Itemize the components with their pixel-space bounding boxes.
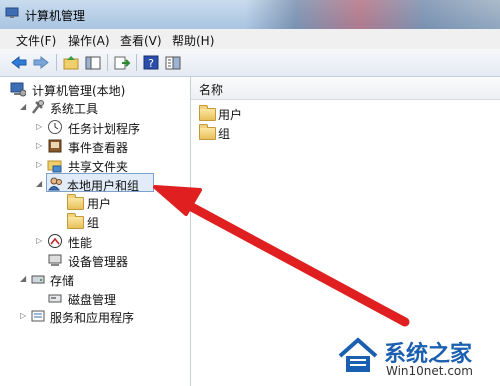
- tree-item-users[interactable]: 用户: [0, 193, 190, 211]
- tree-item-root[interactable]: 计算机管理(本地): [0, 80, 190, 98]
- tree-item-label: 用户: [87, 197, 112, 211]
- list-item-label: 用户: [218, 108, 243, 122]
- collapse-arrow-icon[interactable]: ◢: [20, 102, 28, 112]
- menu-view[interactable]: 查看(V): [120, 32, 162, 49]
- folder-icon: [67, 194, 84, 210]
- column-header-name[interactable]: 名称: [191, 77, 500, 100]
- folder-icon: [199, 105, 216, 121]
- back-icon[interactable]: [10, 54, 28, 71]
- forward-icon[interactable]: [32, 54, 50, 71]
- properties-icon[interactable]: [164, 54, 182, 71]
- collapse-arrow-icon[interactable]: ◢: [36, 179, 44, 189]
- window-title: 计算机管理: [25, 9, 86, 23]
- device-manager-icon: [48, 254, 62, 266]
- storage-icon: [31, 275, 45, 284]
- menu-file[interactable]: 文件(F): [16, 32, 56, 49]
- export-list-icon[interactable]: [113, 54, 131, 71]
- tree-item-shared-folders[interactable]: ▷ 共享文件夹: [0, 156, 190, 174]
- expand-arrow-icon[interactable]: ▷: [36, 122, 44, 132]
- performance-icon: [48, 234, 62, 248]
- menu-help[interactable]: 帮助(H): [172, 32, 214, 49]
- menu-action[interactable]: 操作(A): [68, 32, 110, 49]
- tree-item-task-scheduler[interactable]: ▷ 任务计划程序: [0, 118, 190, 136]
- tree-item-device-manager[interactable]: 设备管理器: [0, 251, 190, 269]
- tree-item-local-users-groups[interactable]: ◢ 本地用户和组: [0, 175, 190, 193]
- title-bar: 计算机管理: [0, 0, 500, 29]
- tree-item-label: 计算机管理(本地): [32, 84, 126, 98]
- clock-icon: [48, 120, 62, 134]
- tree-item-label: 服务和应用程序: [50, 311, 135, 325]
- tree-item-label: 设备管理器: [68, 255, 129, 269]
- tools-icon: [32, 100, 44, 114]
- tree-item-disk-management[interactable]: 磁盘管理: [0, 289, 190, 307]
- tree-item-label: 共享文件夹: [68, 160, 129, 174]
- folder-icon: [199, 124, 216, 140]
- users-group-icon: [48, 177, 62, 191]
- house-logo-icon: [338, 337, 378, 372]
- list-item-label: 组: [218, 127, 231, 141]
- tree-item-system-tools[interactable]: ◢ 系统工具: [0, 98, 190, 116]
- services-icon: [31, 310, 45, 322]
- collapse-arrow-icon[interactable]: ◢: [20, 274, 28, 284]
- tree-item-label: 任务计划程序: [68, 122, 141, 136]
- tree-item-performance[interactable]: ▷ 性能: [0, 232, 190, 250]
- toolbar-separator: [107, 54, 108, 71]
- event-viewer-icon: [48, 139, 62, 153]
- tree-item-storage[interactable]: ◢ 存储: [0, 270, 190, 288]
- svg-text:?: ?: [148, 57, 154, 70]
- expand-arrow-icon[interactable]: ▷: [20, 311, 28, 321]
- toolbar-separator: [136, 54, 137, 71]
- computer-management-icon: [10, 82, 26, 97]
- watermark-url: Win10net.com: [386, 364, 473, 378]
- up-folder-icon[interactable]: [62, 54, 80, 71]
- help-icon[interactable]: ?: [142, 54, 160, 71]
- toolbar: ?: [0, 49, 500, 77]
- tree-item-label: 系统工具: [50, 102, 99, 116]
- tree-item-label: 组: [87, 216, 100, 230]
- title-bar-decoration: [245, 0, 500, 29]
- expand-arrow-icon[interactable]: ▷: [36, 236, 44, 246]
- show-hide-tree-icon[interactable]: [84, 54, 102, 71]
- tree-item-label: 性能: [68, 236, 93, 250]
- column-header-label: 名称: [199, 83, 224, 97]
- menu-bar: 文件(F) 操作(A) 查看(V) 帮助(H): [0, 29, 500, 49]
- watermark: 系统之家 Win10net.com: [326, 330, 494, 382]
- computer-management-icon: [5, 7, 19, 18]
- list-item-users[interactable]: 用户: [191, 104, 311, 122]
- toolbar-separator: [56, 54, 57, 71]
- navigation-tree: 计算机管理(本地) ◢ 系统工具 ▷ 任务计划程序 ▷ 事件查看器 ▷ 共享文件…: [0, 77, 191, 386]
- tree-item-label: 本地用户和组: [67, 179, 140, 193]
- tree-item-label: 磁盘管理: [68, 293, 117, 307]
- tree-item-event-viewer[interactable]: ▷ 事件查看器: [0, 137, 190, 155]
- tree-item-services-apps[interactable]: ▷ 服务和应用程序: [0, 307, 190, 325]
- folder-icon: [67, 213, 84, 229]
- expand-arrow-icon[interactable]: ▷: [36, 141, 44, 151]
- expand-arrow-icon[interactable]: ▷: [36, 160, 44, 170]
- tree-item-label: 事件查看器: [68, 141, 129, 155]
- shared-folder-icon: [47, 160, 62, 173]
- list-item-groups[interactable]: 组: [191, 123, 311, 141]
- tree-item-label: 存储: [50, 274, 75, 288]
- tree-item-groups[interactable]: 组: [0, 212, 190, 230]
- disk-icon: [48, 294, 62, 303]
